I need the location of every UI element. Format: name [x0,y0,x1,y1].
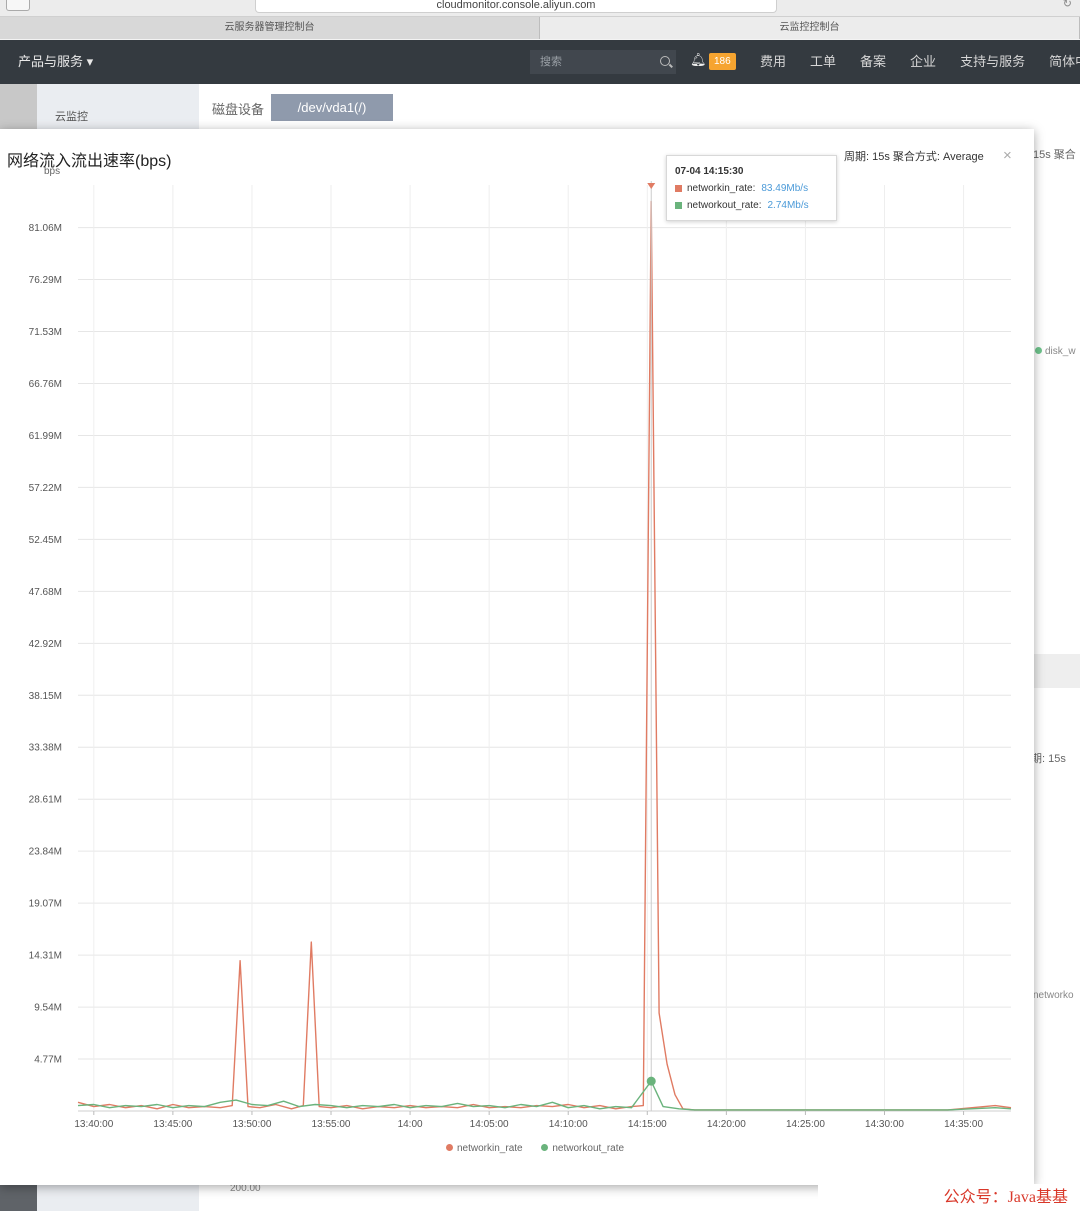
bg-chart-legend: disk_w [1035,346,1076,357]
caret-down-icon: ▾ [86,54,94,69]
y-tick-label: 19.07M [29,899,62,910]
search-placeholder: 搜索 [540,56,562,68]
x-tick-label: 14:05:00 [470,1119,509,1130]
legend-item-networkin[interactable]: networkin_rate [446,1143,523,1154]
tooltip-name-out: networkout_rate: [687,200,762,211]
tab-cloudmonitor-console[interactable]: 云监控控制台 [540,17,1080,39]
legend-label-networkout: networkout_rate [552,1143,625,1154]
disk-device-select[interactable]: /dev/vda1(/) [271,94,393,121]
y-tick-label: 33.38M [29,743,62,754]
x-tick-label: 13:55:00 [312,1119,351,1130]
y-tick-label: 47.68M [29,587,62,598]
nav-link-icp[interactable]: 备案 [848,40,898,84]
chart-canvas[interactable]: 4.77M 9.54M 14.31M 19.07M 23.84M 28.61M 33.38M… [0,129,1034,1185]
bell-icon[interactable]: 🔔︎ [690,52,707,68]
y-tick-label: 28.61M [29,795,62,806]
bg-chart-legend-2: networko [1033,990,1074,1001]
x-tick-label: 14:35:00 [944,1119,983,1130]
y-tick-label: 38.15M [29,691,62,702]
bg-chart-legend-label: disk_w [1045,346,1076,357]
search-icon[interactable] [660,56,670,66]
products-menu-label: 产品与服务 [18,54,84,69]
bg-chart-period-2: 期: 15s [1031,753,1066,765]
address-text: cloudmonitor.console.aliyun.com [436,0,596,11]
search-box[interactable]: 搜索 [530,50,676,74]
y-tick-label: 4.77M [34,1055,62,1066]
menu-item-cloudmonitor[interactable]: 云监控 [55,108,88,124]
y-axis-ticks: 4.77M 9.54M 14.31M 19.07M 23.84M 28.61M 33.38M… [29,223,62,1065]
y-tick-label: 9.54M [34,1003,62,1014]
tooltip-row-out: networkout_rate: 2.74Mb/s [675,200,809,211]
address-bar[interactable]: cloudmonitor.console.aliyun.com [255,0,777,13]
reload-icon[interactable]: ↻ [1063,0,1072,10]
tab-ecs-console[interactable]: 云服务器管理控制台 [0,17,540,39]
browser-tabs: 云服务器管理控制台 云监控控制台 [0,17,1080,39]
y-tick-label: 52.45M [29,535,62,546]
y-tick-label: 57.22M [29,483,62,494]
x-tick-label: 14:30:00 [865,1119,904,1130]
x-tick-label: 14:00 [398,1119,423,1130]
nav-link-billing[interactable]: 费用 [748,40,798,84]
tooltip-name-in: networkin_rate: [687,183,756,194]
y-tick-label: 71.53M [29,327,62,338]
legend-label-networkin: networkin_rate [457,1143,523,1154]
notification-badge[interactable]: 186 [709,53,736,70]
nav-link-language[interactable]: 简体中文 [1037,40,1080,84]
hover-marker-networkout [646,1076,656,1086]
chart-grid [78,185,1011,1115]
bg-chart-period: 15s 聚合 [1033,149,1076,161]
tooltip-time: 07-04 14:15:30 [675,166,744,177]
x-axis-ticks: 13:40:00 13:45:00 13:50:00 13:55:00 14:00 14:… [74,1119,983,1130]
tooltip-swatch-out [675,202,682,209]
nav-link-support[interactable]: 支持与服务 [948,40,1037,84]
chart-series [77,181,1012,1111]
x-tick-label: 13:45:00 [153,1119,192,1130]
x-tick-label: 14:25:00 [786,1119,825,1130]
y-tick-label: 23.84M [29,847,62,858]
chart-tooltip: 07-04 14:15:30 networkin_rate: 83.49Mb/s … [666,155,837,221]
chart-legend: networkin_rate networkout_rate [446,1143,640,1154]
sidebar-footer-stripe [0,1184,37,1211]
y-tick-label: 81.06M [29,223,62,234]
bg-chart-header [1033,654,1080,688]
tooltip-swatch-in [675,185,682,192]
legend-dot-icon [446,1144,453,1151]
y-tick-label: 61.99M [29,431,62,442]
tooltip-row-in: networkin_rate: 83.49Mb/s [675,183,808,194]
header-links: 费用 工单 备案 企业 支持与服务 简体中文 [748,40,1080,84]
y-tick-label: 14.31M [29,951,62,962]
x-tick-label: 14:15:00 [628,1119,667,1130]
nav-link-enterprise[interactable]: 企业 [898,40,948,84]
y-tick-label: 42.92M [29,639,62,650]
series-line-networkin_rate [77,200,1012,1111]
x-tick-label: 14:10:00 [549,1119,588,1130]
y-tick-label: 66.76M [29,379,62,390]
legend-dot-icon [1035,347,1042,354]
x-tick-label: 13:50:00 [232,1119,271,1130]
x-tick-label: 13:40:00 [74,1119,113,1130]
sidebar-toggle-icon[interactable] [6,0,30,11]
y-tick-label: 76.29M [29,275,62,286]
x-tick-label: 14:20:00 [707,1119,746,1130]
console-header: 产品与服务 ▾ 搜索 🔔︎ 186 费用 工单 备案 企业 支持与服务 简体中文 [0,40,1080,84]
products-menu[interactable]: 产品与服务 ▾ [18,40,93,84]
tooltip-value-in: 83.49Mb/s [761,183,809,194]
legend-dot-icon [541,1144,549,1151]
legend-item-networkout[interactable]: networkout_rate [541,1143,624,1154]
chart-modal: 网络流入流出速率(bps) bps 周期: 15s 聚合方式: Average … [0,129,1034,1185]
nav-link-tickets[interactable]: 工单 [798,40,848,84]
disk-device-label: 磁盘设备 [212,102,265,117]
hover-marker-networkin [647,183,656,189]
browser-toolbar: cloudmonitor.console.aliyun.com ↻ [0,0,1080,17]
tooltip-value-out: 2.74Mb/s [767,200,809,211]
watermark: 公众号：Java基基 [818,1184,1080,1211]
